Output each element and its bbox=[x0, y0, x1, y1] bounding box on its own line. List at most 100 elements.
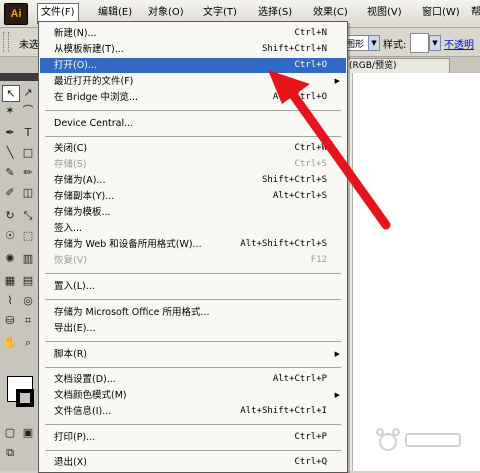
menu-help[interactable]: 帮 bbox=[468, 4, 480, 22]
menu-item-document-color-mode[interactable]: 文档颜色模式(M) ▶ bbox=[40, 388, 346, 403]
eraser-tool-icon[interactable]: ◫ bbox=[20, 185, 36, 200]
blend-tool-icon[interactable]: ◎ bbox=[20, 293, 36, 308]
menu-item-label: 打印(P)... bbox=[54, 432, 96, 443]
menu-item-save: 存储(S) Ctrl+S bbox=[40, 157, 346, 172]
menu-item-label: 关闭(C) bbox=[54, 143, 88, 154]
menu-item-revert: 恢复(V) F12 bbox=[40, 253, 346, 268]
menu-item-print[interactable]: 打印(P)... Ctrl+P bbox=[40, 430, 346, 445]
blob-brush-tool-icon[interactable]: ✐ bbox=[2, 185, 18, 200]
menu-separator bbox=[45, 110, 341, 111]
graphic-style-value: 图形 bbox=[346, 40, 365, 50]
menu-item-browse-in-bridge[interactable]: 在 Bridge 中浏览... Alt+Ctrl+O bbox=[40, 90, 346, 105]
menu-item-label: 置入(L)... bbox=[54, 281, 95, 292]
menu-item-shortcut: Ctrl+N bbox=[294, 28, 327, 38]
graphic-style-chevron-down-icon[interactable]: ▼ bbox=[368, 35, 380, 51]
menu-edit[interactable]: 编辑(E) bbox=[95, 4, 135, 22]
menu-item-device-central[interactable]: Device Central... bbox=[40, 116, 346, 131]
slice-tool-icon[interactable]: ⌗ bbox=[20, 313, 36, 328]
style-swatch[interactable] bbox=[410, 33, 429, 53]
scale-tool-icon[interactable]: ⤡ bbox=[20, 208, 36, 223]
menu-separator bbox=[45, 424, 341, 425]
menu-item-export[interactable]: 导出(E)... bbox=[40, 321, 346, 336]
selection-status: 未选 bbox=[19, 40, 39, 51]
screen-mode-icon[interactable]: ⧉ bbox=[2, 445, 18, 460]
stroke-inner bbox=[20, 393, 30, 403]
menu-item-new[interactable]: 新建(N)... Ctrl+N bbox=[40, 26, 346, 41]
selection-tool-icon[interactable]: ↖ bbox=[2, 85, 20, 102]
menu-item-label: 从模板新建(T)... bbox=[54, 44, 124, 55]
free-transform-tool-icon[interactable]: ⬚ bbox=[20, 228, 36, 243]
menu-item-shortcut: F12 bbox=[310, 255, 327, 265]
opacity-link[interactable]: 不透明 bbox=[444, 36, 474, 51]
menu-item-label: 退出(X) bbox=[54, 457, 87, 468]
mesh-tool-icon[interactable]: ▦ bbox=[2, 273, 18, 288]
line-tool-icon[interactable]: ╲ bbox=[2, 145, 18, 160]
menu-item-save-a-copy[interactable]: 存储副本(Y)... Alt+Ctrl+S bbox=[40, 189, 346, 204]
style-chevron-down-icon[interactable]: ▼ bbox=[429, 35, 441, 51]
menu-item-label: 在 Bridge 中浏览... bbox=[54, 92, 139, 103]
menu-view[interactable]: 视图(V) bbox=[364, 4, 405, 22]
symbol-sprayer-tool-icon[interactable]: ✺ bbox=[2, 251, 18, 266]
document-tab-label: (RGB/预览) bbox=[349, 61, 397, 71]
menu-item-label: Device Central... bbox=[54, 118, 134, 129]
submenu-arrow-icon: ▶ bbox=[334, 391, 340, 399]
menu-window[interactable]: 窗口(W) bbox=[419, 4, 463, 22]
menu-separator bbox=[45, 299, 341, 300]
baidu-watermark-logo bbox=[376, 428, 461, 451]
pen-tool-icon[interactable]: ✒ bbox=[2, 125, 18, 140]
paintbrush-tool-icon[interactable]: ✎ bbox=[2, 165, 18, 180]
menu-item-label: 文档设置(D)... bbox=[54, 374, 116, 385]
menu-item-new-from-template[interactable]: 从模板新建(T)... Shift+Ctrl+N bbox=[40, 42, 346, 57]
gradient-tool-icon[interactable]: ▤ bbox=[20, 273, 36, 288]
menu-type[interactable]: 文字(T) bbox=[200, 4, 240, 22]
menu-item-save-for-web[interactable]: 存储为 Web 和设备所用格式(W)... Alt+Shift+Ctrl+S bbox=[40, 237, 346, 252]
draw-behind-mode-icon[interactable]: ▣ bbox=[20, 425, 36, 440]
menu-item-save-as[interactable]: 存储为(A)... Shift+Ctrl+S bbox=[40, 173, 346, 188]
menu-item-open[interactable]: 打开(O)... Ctrl+O bbox=[40, 58, 346, 73]
menu-item-label: 恢复(V) bbox=[54, 255, 87, 266]
rectangle-tool-icon[interactable]: □ bbox=[20, 145, 36, 160]
graph-tool-icon[interactable]: ▥ bbox=[20, 251, 36, 266]
hand-tool-icon[interactable]: ✋ bbox=[2, 335, 18, 350]
menu-item-label: 打开(O)... bbox=[54, 60, 97, 71]
menu-item-file-info[interactable]: 文件信息(I)... Alt+Shift+Ctrl+I bbox=[40, 404, 346, 419]
direct-selection-tool-icon[interactable]: ↗ bbox=[20, 85, 36, 100]
menu-item-label: 最近打开的文件(F) bbox=[54, 76, 134, 87]
menu-item-save-as-template[interactable]: 存储为模板... bbox=[40, 205, 346, 220]
menu-object[interactable]: 对象(O) bbox=[145, 4, 187, 22]
menu-item-shortcut: Alt+Shift+Ctrl+S bbox=[240, 239, 327, 249]
menu-select[interactable]: 选择(S) bbox=[255, 4, 295, 22]
menu-item-scripts[interactable]: 脚本(R) ▶ bbox=[40, 347, 346, 362]
menu-item-label: 导出(E)... bbox=[54, 323, 96, 334]
live-paint-tool-icon[interactable]: ⛁ bbox=[2, 313, 18, 328]
menu-item-shortcut: Alt+Ctrl+S bbox=[272, 191, 327, 201]
menu-item-open-recent[interactable]: 最近打开的文件(F) ▶ bbox=[40, 74, 346, 89]
rotate-tool-icon[interactable]: ↻ bbox=[2, 208, 18, 223]
document-tab[interactable]: (RGB/预览) × bbox=[344, 58, 450, 73]
menu-item-shortcut: Ctrl+P bbox=[294, 432, 327, 442]
stroke-color-swatch[interactable] bbox=[16, 389, 34, 407]
menu-item-close[interactable]: 关闭(C) Ctrl+W bbox=[40, 141, 346, 156]
menu-separator bbox=[45, 273, 341, 274]
menu-effect[interactable]: 效果(C) bbox=[310, 4, 351, 22]
eyedropper-tool-icon[interactable]: ⌇ bbox=[2, 293, 18, 308]
menu-item-place[interactable]: 置入(L)... bbox=[40, 279, 346, 294]
magic-wand-tool-icon[interactable]: ✶ bbox=[2, 103, 18, 118]
zoom-tool-icon[interactable]: ⌕ bbox=[20, 335, 36, 350]
canvas-area[interactable] bbox=[346, 73, 480, 471]
menu-item-check-in[interactable]: 签入... bbox=[40, 221, 346, 236]
menu-item-exit[interactable]: 退出(X) Ctrl+Q bbox=[40, 455, 346, 470]
normal-draw-mode-icon[interactable]: ▢ bbox=[2, 425, 18, 440]
menu-item-save-for-office[interactable]: 存储为 Microsoft Office 所用格式... bbox=[40, 305, 346, 320]
warp-tool-icon[interactable]: ☉ bbox=[2, 228, 18, 243]
menu-item-label: 存储副本(Y)... bbox=[54, 191, 115, 202]
menu-item-label: 存储为(A)... bbox=[54, 175, 106, 186]
menu-item-shortcut: Alt+Ctrl+P bbox=[272, 374, 327, 384]
menu-item-label: 签入... bbox=[54, 223, 83, 234]
pencil-tool-icon[interactable]: ✏ bbox=[20, 165, 36, 180]
menu-item-document-setup[interactable]: 文档设置(D)... Alt+Ctrl+P bbox=[40, 372, 346, 387]
control-bar-grip[interactable] bbox=[3, 32, 9, 52]
lasso-tool-icon[interactable]: ⌒ bbox=[20, 103, 36, 118]
type-tool-icon[interactable]: T bbox=[20, 125, 36, 140]
toolbox-header[interactable] bbox=[0, 73, 38, 81]
